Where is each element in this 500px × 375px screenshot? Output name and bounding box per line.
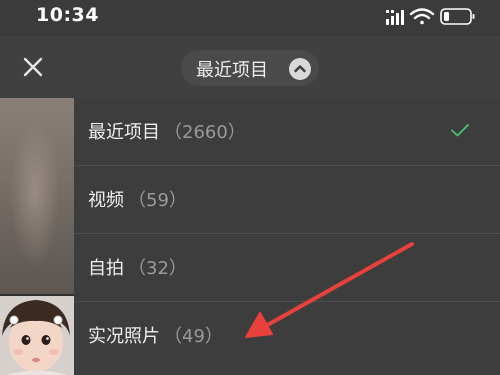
album-name: 视频 [88, 190, 124, 211]
album-item-label: 最近项目 （2660） [88, 118, 246, 144]
status-bar: 10:34 [0, 0, 500, 36]
status-icons [372, 6, 482, 28]
album-count: （49） [164, 326, 223, 347]
album-name: 实况照片 [88, 326, 160, 347]
album-selector-button[interactable]: 最近项目 [181, 50, 319, 86]
photo-picker-screen: 10:34 最近项目 最近项目 （2660） 视频 （59） 自拍 （32） 实… [0, 0, 500, 375]
album-name: 自拍 [88, 258, 124, 279]
album-item-live-photos[interactable]: 实况照片 （49） [74, 302, 500, 370]
signal-icon [386, 10, 404, 25]
album-count: （59） [128, 190, 187, 211]
album-item-selfies[interactable]: 自拍 （32） [74, 234, 500, 302]
checkmark-icon [451, 124, 469, 137]
album-count: （32） [128, 258, 187, 279]
blurred-photo-thumbnail[interactable] [0, 98, 74, 294]
picker-header: 最近项目 [0, 36, 500, 98]
close-button[interactable] [18, 52, 48, 82]
album-dropdown-menu: 最近项目 （2660） 视频 （59） 自拍 （32） 实况照片 （49） [74, 98, 500, 375]
child-photo-thumbnail[interactable] [0, 296, 74, 375]
wifi-icon [409, 8, 435, 25]
thumbnail-strip [0, 98, 74, 375]
album-item-videos[interactable]: 视频 （59） [74, 166, 500, 234]
album-count: （2660） [164, 122, 246, 143]
battery-icon [440, 8, 475, 25]
chevron-up-icon [289, 58, 311, 80]
album-name: 最近项目 [88, 122, 160, 143]
album-item-label: 自拍 （32） [88, 254, 187, 280]
album-item-recent[interactable]: 最近项目 （2660） [74, 98, 500, 166]
album-item-label: 视频 （59） [88, 186, 187, 212]
close-icon [23, 57, 43, 77]
album-selector-label: 最近项目 [196, 60, 268, 81]
status-time: 10:34 [36, 4, 99, 26]
album-item-label: 实况照片 （49） [88, 322, 223, 348]
